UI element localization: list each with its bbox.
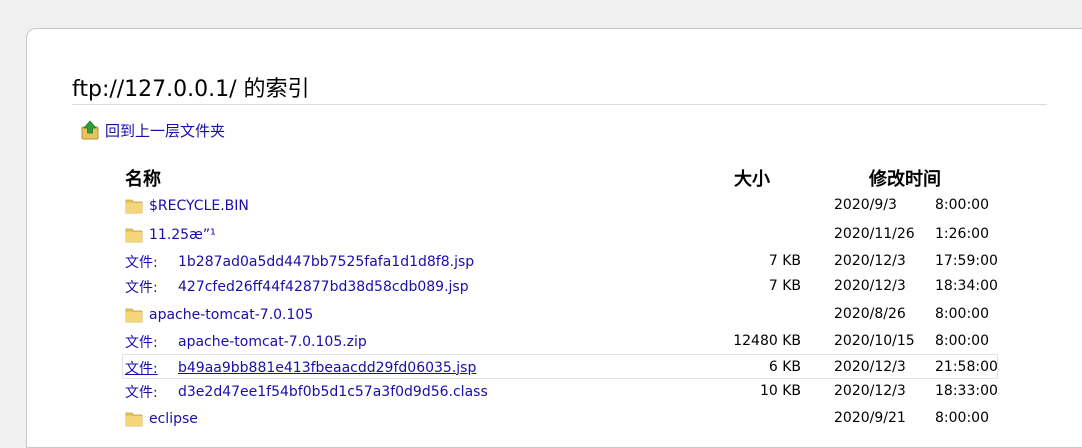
name-cell: 文件: apache-tomcat-7.0.105.zip — [125, 329, 367, 354]
file-prefix-label: 文件: — [125, 360, 158, 377]
folder-link[interactable]: 11.25æ”¹ — [149, 227, 216, 243]
file-link[interactable]: apache-tomcat-7.0.105.zip — [178, 334, 367, 350]
size-cell: 10 KB — [759, 383, 801, 399]
name-cell: 文件: 1b287ad0a5dd447bb7525fafa1d1d8f8.jsp — [125, 249, 474, 274]
time-cell: 18:33:00 — [935, 383, 998, 399]
table-row[interactable]: eclipse 2020/9/21 8:00:00 — [123, 406, 997, 431]
name-cell: 文件: 427cfed26ff44f42877bd38d58cdb089.jsp — [125, 274, 469, 299]
table-row[interactable]: $RECYCLE.BIN 2020/9/3 8:00:00 — [123, 193, 997, 218]
file-prefix-label: 文件: — [125, 334, 158, 351]
date-cell: 2020/10/15 — [834, 333, 915, 349]
column-header-name[interactable]: 名称 — [125, 165, 161, 191]
name-cell: $RECYCLE.BIN — [125, 193, 249, 218]
name-cell: eclipse — [125, 406, 198, 431]
name-cell: 11.25æ”¹ — [125, 222, 216, 247]
date-cell: 2020/12/3 — [834, 278, 906, 294]
size-cell: 12480 KB — [733, 333, 801, 349]
column-header-modified[interactable]: 修改时间 — [869, 165, 941, 191]
time-cell: 18:34:00 — [935, 278, 998, 294]
file-prefix-label: 文件: — [125, 254, 158, 271]
time-cell: 8:00:00 — [935, 410, 989, 426]
title-divider — [72, 104, 1047, 105]
file-link[interactable]: 427cfed26ff44f42877bd38d58cdb089.jsp — [178, 279, 469, 295]
date-cell: 2020/12/3 — [834, 253, 906, 269]
folder-link[interactable]: $RECYCLE.BIN — [149, 198, 249, 214]
time-cell: 8:00:00 — [935, 333, 989, 349]
table-row[interactable]: 文件: d3e2d47ee1f54bf0b5d1c57a3f0d9d56.clas… — [123, 379, 998, 404]
folder-icon — [125, 410, 143, 428]
time-cell: 8:00:00 — [935, 306, 989, 322]
table-row[interactable]: 文件: b49aa9bb881e413fbeaacdd29fd06035.jsp 6… — [122, 354, 998, 379]
table-row[interactable]: 11.25æ”¹ 2020/11/26 1:26:00 — [123, 222, 997, 247]
table-row[interactable]: 文件: 1b287ad0a5dd447bb7525fafa1d1d8f8.jsp 7… — [123, 249, 998, 274]
size-cell: 6 KB — [768, 359, 801, 375]
date-cell: 2020/11/26 — [834, 226, 915, 242]
parent-folder-link[interactable]: 回到上一层文件夹 — [105, 120, 225, 141]
time-cell: 21:58:00 — [935, 359, 998, 375]
file-prefix-label: 文件: — [125, 384, 158, 401]
table-row[interactable]: 文件: apache-tomcat-7.0.105.zip 12480 KB 2020… — [123, 329, 997, 354]
time-cell: 1:26:00 — [935, 226, 989, 242]
date-cell: 2020/12/3 — [834, 359, 906, 375]
table-row[interactable]: apache-tomcat-7.0.105 2020/8/26 8:00:00 — [123, 302, 997, 327]
date-cell: 2020/9/3 — [834, 197, 897, 213]
date-cell: 2020/12/3 — [834, 383, 906, 399]
file-prefix-label: 文件: — [125, 279, 158, 296]
parent-folder-link-row[interactable]: 回到上一层文件夹 — [81, 119, 225, 141]
name-cell: 文件: b49aa9bb881e413fbeaacdd29fd06035.jsp — [125, 355, 476, 380]
table-row[interactable]: 文件: 427cfed26ff44f42877bd38d58cdb089.jsp 7… — [123, 274, 998, 299]
column-header-size[interactable]: 大小 — [734, 165, 770, 191]
name-cell: apache-tomcat-7.0.105 — [125, 302, 313, 327]
up-folder-icon[interactable] — [81, 120, 99, 140]
folder-link[interactable]: eclipse — [149, 411, 198, 427]
file-link[interactable]: b49aa9bb881e413fbeaacdd29fd06035.jsp — [178, 360, 476, 376]
ftp-index-page: ftp://127.0.0.1/ 的索引 回到上一层文件夹 名称 大小 修改时间… — [26, 28, 1082, 448]
name-cell: 文件: d3e2d47ee1f54bf0b5d1c57a3f0d9d56.clas… — [125, 379, 488, 404]
time-cell: 17:59:00 — [935, 253, 998, 269]
folder-icon — [125, 306, 143, 324]
file-link[interactable]: 1b287ad0a5dd447bb7525fafa1d1d8f8.jsp — [178, 254, 474, 270]
folder-link[interactable]: apache-tomcat-7.0.105 — [149, 307, 313, 323]
date-cell: 2020/9/21 — [834, 410, 906, 426]
file-link[interactable]: d3e2d47ee1f54bf0b5d1c57a3f0d9d56.class — [178, 384, 488, 400]
size-cell: 7 KB — [768, 253, 801, 269]
folder-icon — [125, 197, 143, 215]
size-cell: 7 KB — [768, 278, 801, 294]
page-title: ftp://127.0.0.1/ 的索引 — [72, 77, 310, 102]
folder-icon — [125, 226, 143, 244]
time-cell: 8:00:00 — [935, 197, 989, 213]
date-cell: 2020/8/26 — [834, 306, 906, 322]
